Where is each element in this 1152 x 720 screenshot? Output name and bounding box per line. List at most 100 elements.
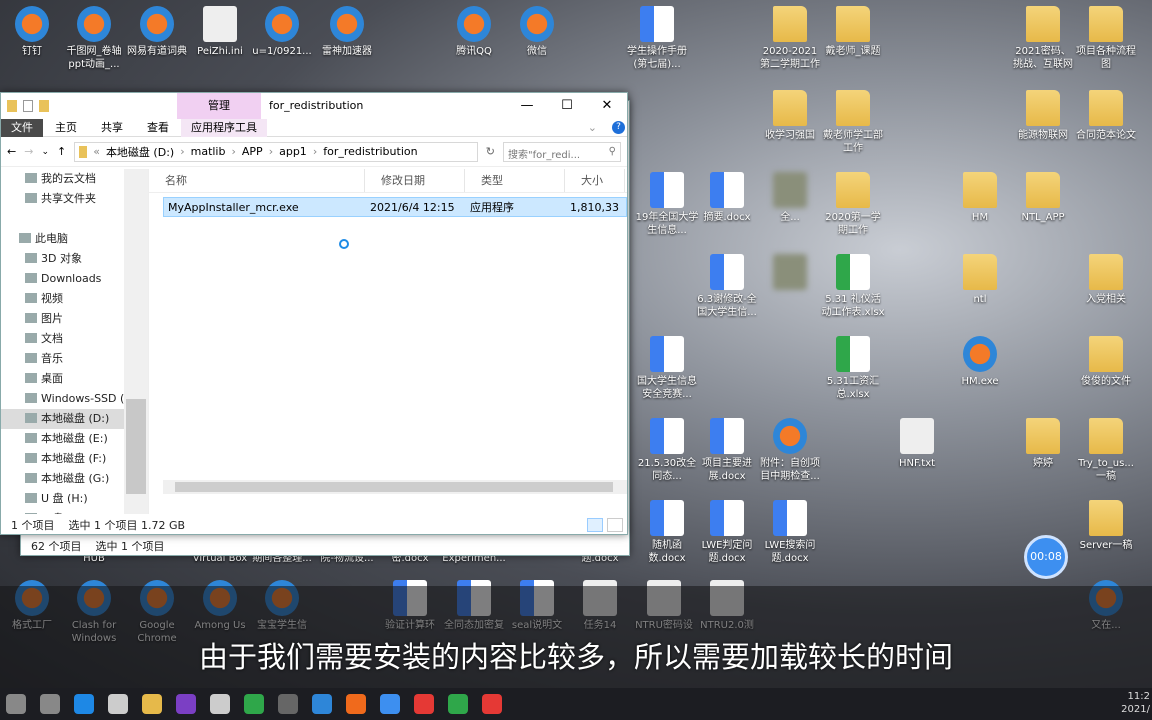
file-row[interactable]: MyAppInstaller_mcr.exe 2021/6/4 12:15 应用程序… (163, 197, 627, 217)
breadcrumb-item[interactable]: app1 (279, 145, 307, 158)
address-bar[interactable]: « 本地磁盘 (D:) › matlib › APP › app1 › for_redistri… (74, 141, 478, 162)
desktop-icon[interactable]: 附件：自创项目中期检查... (758, 418, 822, 483)
tab-app-tools[interactable]: 应用程序工具 (181, 118, 267, 137)
desktop-icon[interactable]: 随机函数.docx (635, 500, 699, 565)
taskbar-app-icon[interactable] (312, 694, 332, 714)
horizontal-scrollbar[interactable] (163, 480, 627, 494)
properties-icon[interactable] (23, 100, 33, 112)
desktop-icon[interactable]: 5.31 礼仪活动工作表.xlsx (821, 254, 885, 319)
taskbar-app-icon[interactable] (346, 694, 366, 714)
taskbar-app-icon[interactable] (142, 694, 162, 714)
taskbar-app-icon[interactable] (414, 694, 434, 714)
maximize-button[interactable]: ☐ (547, 93, 587, 119)
taskbar-app-icon[interactable] (278, 694, 298, 714)
forward-icon[interactable]: → (24, 145, 33, 158)
desktop-icon[interactable]: 收学习强国 (758, 90, 822, 142)
clock[interactable]: 11:2 2021/ (1121, 690, 1150, 716)
new-folder-icon[interactable] (39, 100, 49, 112)
desktop-icon[interactable]: HM.exe (948, 336, 1012, 388)
desktop-icon[interactable]: 腾讯QQ (442, 6, 506, 58)
taskbar-app-icon[interactable] (6, 694, 26, 714)
desktop-icon[interactable]: HNF.txt (885, 418, 949, 470)
desktop-icon[interactable]: 全... (758, 172, 822, 224)
tab-file[interactable]: 文件 (1, 118, 43, 137)
desktop-icon[interactable]: LWE搜索问题.docx (758, 500, 822, 565)
desktop-icon[interactable]: 雷神加速器 (315, 6, 379, 58)
desktop-icon[interactable]: 入党相关 (1074, 254, 1138, 306)
desktop-icon[interactable]: 2020第一学期工作 (821, 172, 885, 237)
desktop-icon[interactable]: NTL_APP (1011, 172, 1075, 224)
desktop-icon[interactable]: 网易有道词典 (125, 6, 189, 58)
desktop-icon[interactable]: 2020-2021第二学期工作 (758, 6, 822, 71)
taskbar-app-icon[interactable] (380, 694, 400, 714)
nav-scrollbar[interactable] (124, 169, 148, 514)
explorer-window[interactable]: 管理 for_redistribution — ☐ ✕ 文件 主页 共享 查看 应用… (0, 92, 628, 535)
desktop-icon[interactable]: ntl (948, 254, 1012, 306)
taskbar-app-icon[interactable] (244, 694, 264, 714)
desktop-icon[interactable]: PeiZhi.ini (188, 6, 252, 58)
desktop-icon[interactable]: 19年全国大学生信息... (635, 172, 699, 237)
recent-icon[interactable]: ⌄ (41, 147, 49, 157)
taskbar-app-icon[interactable] (74, 694, 94, 714)
tab-home[interactable]: 主页 (43, 119, 89, 137)
desktop-icon[interactable]: Server一稿 (1074, 500, 1138, 552)
desktop-icon[interactable]: Try_to_us...一稿 (1074, 418, 1138, 483)
tab-view[interactable]: 查看 (135, 119, 181, 137)
details-view-button[interactable] (587, 518, 603, 532)
chevron-right-icon[interactable]: › (180, 145, 184, 158)
taskbar-app-icon[interactable] (482, 694, 502, 714)
refresh-icon[interactable]: ↻ (486, 145, 495, 158)
tab-share[interactable]: 共享 (89, 119, 135, 137)
desktop-icon[interactable]: 合同范本论文 (1074, 90, 1138, 142)
breadcrumb-item[interactable]: 本地磁盘 (D:) (106, 144, 174, 160)
breadcrumb-item[interactable]: APP (242, 145, 263, 158)
taskbar-app-icon[interactable] (108, 694, 128, 714)
help-icon[interactable]: ? (612, 121, 625, 134)
minimize-button[interactable]: — (507, 93, 547, 119)
desktop-icon[interactable]: LWE判定问题.docx (695, 500, 759, 565)
desktop-icon[interactable]: 能源物联网 (1011, 90, 1075, 142)
expand-ribbon-icon[interactable]: ⌄ (576, 119, 609, 137)
desktop-icon[interactable]: 21.5.30改全同态... (635, 418, 699, 483)
chevron-right-icon[interactable]: › (231, 145, 235, 158)
desktop-icon[interactable]: 婷婷 (1011, 418, 1075, 470)
tab-manage[interactable]: 管理 (177, 93, 261, 119)
desktop-icon[interactable]: 学生操作手册(第七届)... (625, 6, 689, 71)
desktop-icon[interactable]: 5.31工资汇总.xlsx (821, 336, 885, 401)
desktop-icon[interactable]: 2021密码、挑战、互联网 (1011, 6, 1075, 71)
column-header[interactable]: 类型 (465, 169, 565, 192)
desktop-icon[interactable]: 钉钉 (0, 6, 64, 58)
breadcrumb-item[interactable]: matlib (191, 145, 226, 158)
quick-access-toolbar[interactable] (1, 100, 49, 112)
breadcrumb-item[interactable]: for_redistribution (323, 145, 417, 158)
desktop-icon[interactable]: 项目主要进展.docx (695, 418, 759, 483)
desktop-icon[interactable]: 6.3谢修改-全国大学生信... (695, 254, 759, 319)
taskbar-app-icon[interactable] (40, 694, 60, 714)
chevron-right-icon[interactable]: › (313, 145, 317, 158)
close-button[interactable]: ✕ (587, 93, 627, 119)
desktop-icon[interactable]: 俊俊的文件 (1074, 336, 1138, 388)
column-header[interactable]: 修改日期 (365, 169, 465, 192)
column-header[interactable]: 名称 (149, 169, 365, 192)
desktop-icon[interactable]: 戴老师学工部工作 (821, 90, 885, 155)
column-header[interactable]: 大小 (565, 169, 625, 192)
desktop-icon[interactable]: 项目各种流程图 (1074, 6, 1138, 71)
recording-timer[interactable]: 00:08 (1024, 535, 1068, 579)
search-input[interactable]: 搜索"for_redi... ⚲ (503, 141, 621, 162)
taskbar-app-icon[interactable] (448, 694, 468, 714)
back-icon[interactable]: ← (7, 145, 16, 158)
large-icons-view-button[interactable] (607, 518, 623, 532)
desktop-icon[interactable]: HM (948, 172, 1012, 224)
up-icon[interactable]: ↑ (57, 145, 66, 158)
desktop-icon[interactable]: u=1/0921... (250, 6, 314, 58)
desktop-icon[interactable]: 国大学生信息安全竞赛... (635, 336, 699, 401)
title-bar[interactable]: 管理 for_redistribution — ☐ ✕ (1, 93, 627, 119)
taskbar-app-icon[interactable] (176, 694, 196, 714)
desktop-icon[interactable]: 戴老师_课题 (821, 6, 885, 58)
desktop-icon[interactable] (758, 254, 822, 293)
overflow-icon[interactable]: « (93, 145, 100, 158)
chevron-right-icon[interactable]: › (269, 145, 273, 158)
desktop-icon[interactable]: 微信 (505, 6, 569, 58)
taskbar-app-icon[interactable] (210, 694, 230, 714)
desktop-icon[interactable]: 摘要.docx (695, 172, 759, 224)
